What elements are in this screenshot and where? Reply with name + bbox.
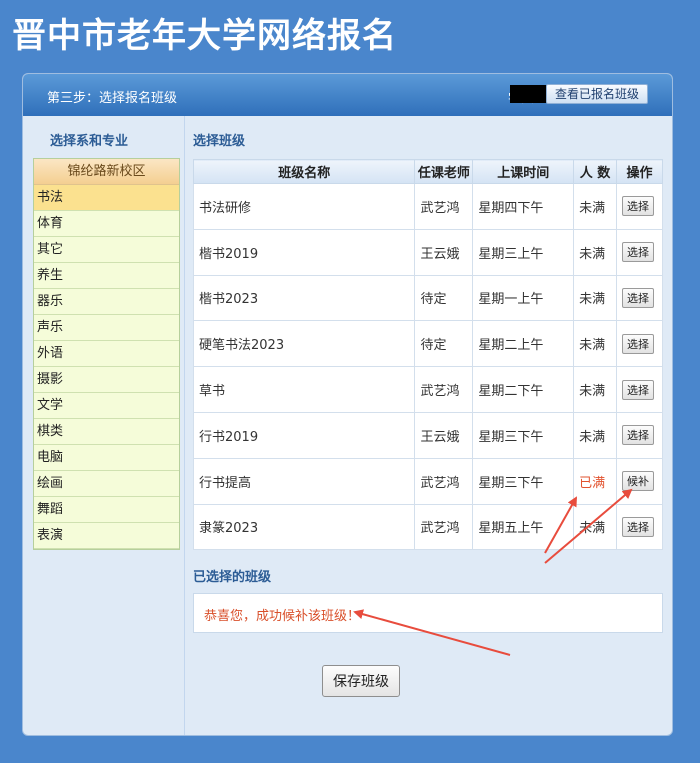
cell-count: 未满	[573, 366, 618, 413]
cell-name: 书法研修	[192, 183, 416, 230]
table-row: 硬笔书法2023 待定 星期二上午 未满 选择	[192, 320, 663, 368]
sidebar-item[interactable]: 绘画	[34, 471, 179, 497]
registration-panel: 第三步：选择报名班级 学员 查看已报名班级 选择系和专业 锦纶路新校区 书法体育…	[22, 73, 673, 736]
sidebar-item[interactable]: 文学	[34, 393, 179, 419]
sidebar-item[interactable]: 外语	[34, 341, 179, 367]
table-header-row: 班级名称 任课老师 上课时间人 数操作	[192, 159, 663, 184]
select-button[interactable]: 选择	[622, 242, 655, 263]
sidebar-item[interactable]: 摄影	[34, 367, 179, 393]
select-button[interactable]: 选择	[622, 333, 655, 354]
sidebar-item[interactable]: 电脑	[34, 445, 179, 471]
cell-count: 未满	[573, 503, 618, 551]
cell-count: 未满	[573, 228, 618, 276]
panel-header: 第三步：选择报名班级 学员 查看已报名班级	[23, 74, 672, 116]
column-header: 任课老师	[414, 159, 474, 184]
sidebar: 选择系和专业 锦纶路新校区 书法 体育 其它 养生 器乐 声乐 外语 摄影 文学 棋类 电脑 绘画 舞蹈…	[23, 116, 185, 735]
cell-teacher: 待定	[414, 320, 474, 368]
selected-section-title: 已选择的班级	[193, 570, 272, 585]
campus-header: 锦纶路新校区	[34, 159, 179, 185]
view-enrolled-button[interactable]: 查看已报名班级	[545, 84, 648, 104]
select-button[interactable]: 选择	[622, 516, 655, 537]
cell-teacher: 王云娥	[414, 228, 474, 276]
selected-class-box: 恭喜您，成功候补该班级！	[193, 593, 663, 633]
cell-teacher: 武艺鸿	[414, 183, 474, 230]
cell-action: 选择	[616, 228, 663, 276]
cell-time: 星期二上午	[472, 320, 575, 368]
cell-teacher: 王云娥	[414, 411, 474, 459]
cell-count: 未满	[573, 274, 618, 322]
cell-time: 星期三下午	[472, 411, 575, 459]
cell-time: 星期三下午	[472, 457, 575, 505]
cell-name: 楷书2023	[192, 274, 416, 322]
cell-name: 楷书2019	[192, 228, 416, 276]
select-button[interactable]: 选择	[622, 425, 655, 446]
column-header: 人 数	[573, 159, 618, 184]
cell-time: 星期一上午	[472, 274, 575, 322]
cell-teacher: 武艺鸿	[414, 457, 474, 505]
cell-count: 已满	[573, 457, 618, 505]
table-row: 楷书2023 待定 星期一上午 未满 选择	[192, 274, 663, 322]
select-button[interactable]: 选择	[622, 196, 655, 217]
cell-action: 选择	[616, 320, 663, 368]
sidebar-item[interactable]: 养生	[34, 263, 179, 289]
cell-name: 草书	[192, 366, 416, 413]
cell-count: 未满	[573, 411, 618, 459]
cell-action: 选择	[616, 411, 663, 459]
table-row: 隶篆2023 武艺鸿 星期五上午 未满 选择	[192, 503, 663, 551]
table-row: 楷书2019 王云娥 星期三上午 未满 选择	[192, 228, 663, 276]
cell-time: 星期三上午	[472, 228, 575, 276]
waitlist-button[interactable]: 候补	[622, 471, 655, 492]
cell-name: 行书提高	[192, 457, 416, 505]
cell-action: 选择	[616, 274, 663, 322]
step-label: 第三步：选择报名班级	[47, 91, 178, 106]
sidebar-title: 选择系和专业	[50, 134, 129, 149]
main-content: 选择班级 班级名称 任课老师 上课时间人 数操作 书法研修 武艺鸿 星期四下午 未满 选择楷…	[192, 116, 672, 735]
class-section-title: 选择班级	[193, 134, 246, 149]
cell-time: 星期五上午	[472, 503, 575, 551]
cell-action: 候补	[616, 457, 663, 505]
cell-count: 未满	[573, 320, 618, 368]
cell-action: 选择	[616, 183, 663, 230]
save-class-button[interactable]: 保存班级	[322, 665, 400, 697]
cell-action: 选择	[616, 366, 663, 413]
column-header: 班级名称	[192, 159, 416, 184]
cell-time: 星期四下午	[472, 183, 575, 230]
site-title: 晋中市老年大学网络报名	[12, 16, 397, 56]
sidebar-item[interactable]: 书法	[34, 185, 179, 211]
category-list: 锦纶路新校区 书法 体育 其它 养生 器乐 声乐 外语 摄影 文学 棋类 电脑 绘画 舞蹈 表演	[33, 158, 180, 550]
sidebar-item[interactable]: 器乐	[34, 289, 179, 315]
sidebar-item[interactable]: 棋类	[34, 419, 179, 445]
class-table: 班级名称 任课老师 上课时间人 数操作 书法研修 武艺鸿 星期四下午 未满 选择 楷书2019…	[192, 159, 663, 551]
success-message: 恭喜您，成功候补该班级！	[204, 609, 361, 624]
select-button[interactable]: 选择	[622, 287, 655, 308]
cell-name: 隶篆2023	[192, 503, 416, 551]
cell-name: 行书2019	[192, 411, 416, 459]
sidebar-item[interactable]: 其它	[34, 237, 179, 263]
select-button[interactable]: 选择	[622, 379, 655, 400]
cell-action: 选择	[616, 503, 663, 551]
table-row: 草书 武艺鸿 星期二下午 未满 选择	[192, 366, 663, 413]
sidebar-item[interactable]: 表演	[34, 523, 179, 549]
cell-name: 硬笔书法2023	[192, 320, 416, 368]
sidebar-item[interactable]: 声乐	[34, 315, 179, 341]
column-header: 操作	[616, 159, 663, 184]
cell-count: 未满	[573, 183, 618, 230]
panel-body: 选择系和专业 锦纶路新校区 书法 体育 其它 养生 器乐 声乐 外语 摄影 文学 棋类 电脑 绘画 舞蹈…	[23, 116, 672, 735]
cell-teacher: 武艺鸿	[414, 503, 474, 551]
column-header: 上课时间	[472, 159, 575, 184]
sidebar-item[interactable]: 体育	[34, 211, 179, 237]
cell-time: 星期二下午	[472, 366, 575, 413]
table-row: 行书提高 武艺鸿 星期三下午 已满 候补	[192, 457, 663, 505]
cell-teacher: 待定	[414, 274, 474, 322]
sidebar-item[interactable]: 舞蹈	[34, 497, 179, 523]
cell-teacher: 武艺鸿	[414, 366, 474, 413]
table-row: 行书2019 王云娥 星期三下午 未满 选择	[192, 411, 663, 459]
table-row: 书法研修 武艺鸿 星期四下午 未满 选择	[192, 183, 663, 230]
